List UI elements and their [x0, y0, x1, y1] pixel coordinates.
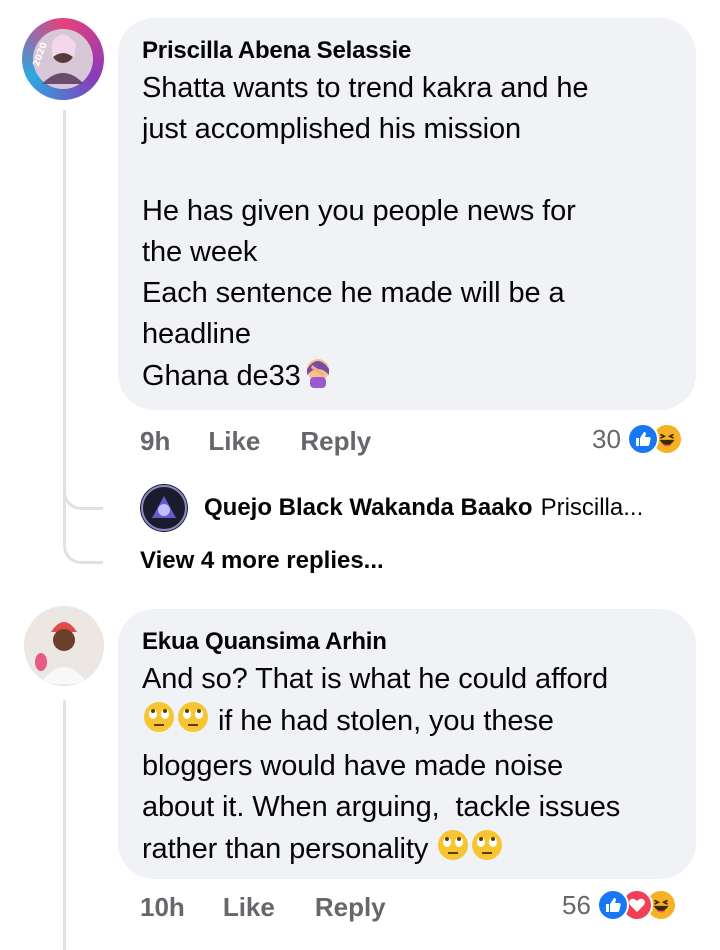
comment-line: the week	[142, 236, 258, 268]
comment-line: Each sentence he made will be a	[142, 277, 565, 309]
like-icon	[596, 889, 629, 921]
comment-line: just accomplished his mission	[142, 113, 522, 145]
reply-preview[interactable]: Quejo Black Wakanda Baako Priscilla...	[204, 492, 643, 524]
comment-actions: 10h Like Reply	[140, 890, 386, 924]
reply-snippet: Priscilla...	[540, 494, 644, 521]
like-button[interactable]: Like	[208, 426, 260, 457]
facepalm-emoji-icon	[301, 355, 335, 401]
comment-line: about it. When arguing, tackle issues	[142, 791, 621, 823]
reaction-count: 56	[562, 889, 591, 920]
comment-line-text: rather than personality	[142, 833, 429, 865]
avatar[interactable]: 2020	[22, 18, 104, 100]
like-button[interactable]: Like	[223, 892, 275, 923]
comment-line: He has given you people news for	[142, 195, 576, 227]
eye-roll-emoji-icon	[436, 828, 470, 874]
comment-line: Shatta wants to trend kakra and he	[142, 72, 589, 104]
comment-time[interactable]: 10h	[140, 892, 185, 923]
comment-line: bloggers would have made noise	[142, 750, 563, 782]
thread-elbow-more	[63, 500, 103, 564]
comment-bubble: Priscilla Abena Selassie Shatta wants to…	[118, 18, 696, 410]
comment-time[interactable]: 9h	[140, 426, 170, 457]
comment-line-text: Ghana de33	[142, 360, 301, 392]
view-more-replies-link[interactable]: View 4 more replies...	[140, 547, 384, 575]
reply-avatar[interactable]	[140, 484, 188, 532]
avatar[interactable]	[24, 606, 104, 686]
reply-button[interactable]: Reply	[300, 426, 371, 457]
reply-author[interactable]: Quejo Black Wakanda Baako	[204, 494, 533, 522]
comment-line: rather than personality	[142, 828, 672, 874]
comment-line-text: if he had stolen, you these	[217, 705, 554, 737]
comment-line: if he had stolen, you these	[142, 700, 672, 746]
comment-line: And so? That is what he could afford	[142, 663, 609, 695]
reaction-summary[interactable]: 30	[592, 422, 683, 456]
comment-actions: 9h Like Reply	[140, 424, 371, 458]
like-icon	[626, 423, 659, 455]
reaction-summary[interactable]: 56	[562, 888, 677, 922]
eye-roll-emoji-icon	[142, 700, 176, 746]
thread-line	[63, 110, 66, 500]
comment-bubble: Ekua Quansima Arhin And so? That is what…	[118, 609, 696, 879]
comment-author[interactable]: Priscilla Abena Selassie	[142, 36, 672, 66]
reply-button[interactable]: Reply	[315, 892, 386, 923]
comment-author[interactable]: Ekua Quansima Arhin	[142, 627, 672, 657]
comment-blank-line	[142, 150, 672, 191]
comment-line: Ghana de33	[142, 355, 672, 401]
eye-roll-emoji-icon	[176, 700, 210, 746]
comment-line: headline	[142, 318, 251, 350]
eye-roll-emoji-icon	[470, 828, 504, 874]
thread-line-second	[63, 700, 66, 950]
reaction-count: 30	[592, 423, 621, 454]
